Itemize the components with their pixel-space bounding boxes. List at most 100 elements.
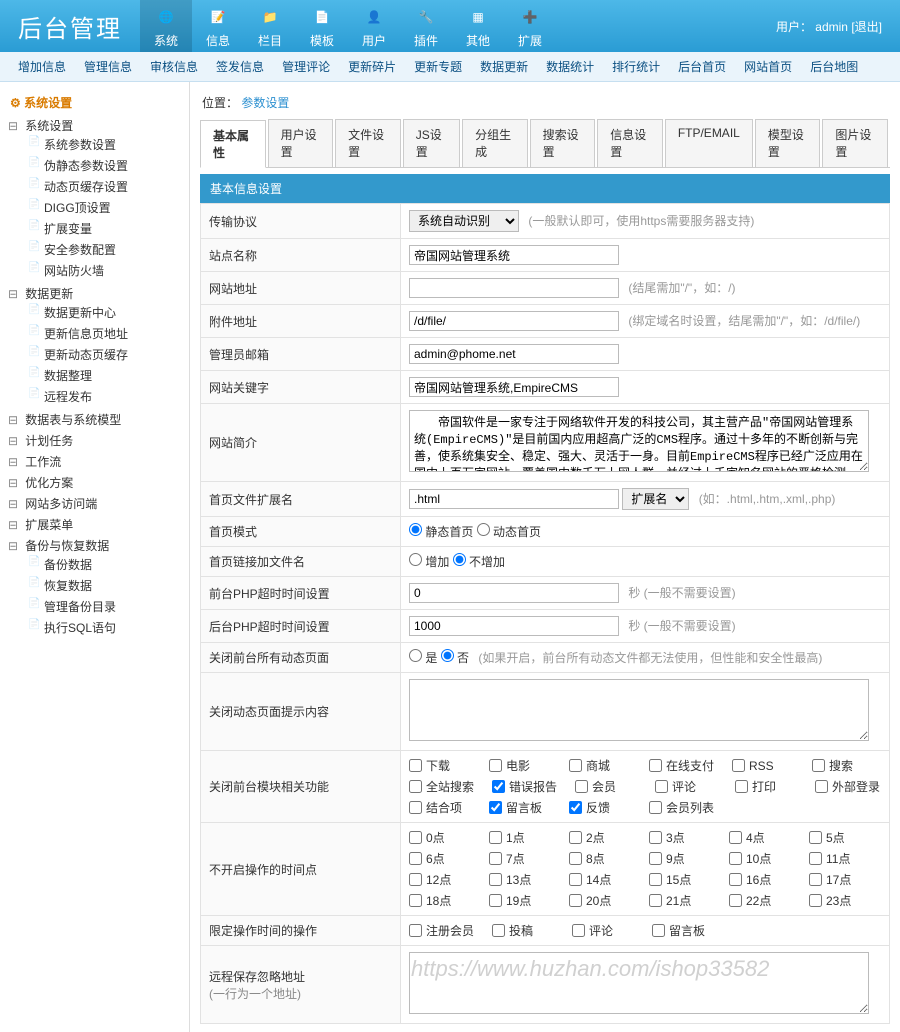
sitename-input[interactable]	[409, 245, 619, 265]
checkbox-option[interactable]: 6点	[409, 850, 471, 867]
subnav-item[interactable]: 更新碎片	[348, 58, 396, 75]
checkbox-option[interactable]: 17点	[809, 871, 871, 888]
checkbox-option[interactable]: 18点	[409, 892, 471, 909]
checkbox-option[interactable]: 在线支付	[649, 757, 714, 774]
tree-node[interactable]: 计划任务	[8, 432, 185, 449]
checkbox-option[interactable]: 电影	[489, 757, 551, 774]
top-nav-plugin[interactable]: 🔧插件	[400, 0, 452, 52]
checkbox-option[interactable]: 2点	[569, 829, 631, 846]
checkbox-option[interactable]: 反馈	[569, 799, 631, 816]
top-nav-grid[interactable]: ▦其他	[452, 0, 504, 52]
fileurl-input[interactable]	[409, 311, 619, 331]
indexmode-dynamic[interactable]: 动态首页	[477, 525, 541, 539]
logout-link[interactable]: [退出]	[851, 20, 882, 34]
tree-leaf[interactable]: 数据整理	[22, 365, 185, 386]
checkbox-option[interactable]: 全站搜索	[409, 778, 474, 795]
checkbox-option[interactable]: 评论	[655, 778, 717, 795]
tab-item[interactable]: 文件设置	[335, 119, 401, 167]
checkbox-option[interactable]: 9点	[649, 850, 711, 867]
subnav-item[interactable]: 审核信息	[150, 58, 198, 75]
tree-node[interactable]: 数据更新	[8, 285, 185, 302]
tree-node[interactable]: 优化方案	[8, 474, 185, 491]
indexlink-add[interactable]: 增加	[409, 555, 449, 569]
top-nav-globe[interactable]: 🌐系统	[140, 0, 192, 52]
checkbox-option[interactable]: 搜索	[812, 757, 874, 774]
checkbox-option[interactable]: 16点	[729, 871, 791, 888]
intro-textarea[interactable]: 帝国软件是一家专注于网络软件开发的科技公司，其主营产品"帝国网站管理系统(Emp…	[409, 410, 869, 472]
checkbox-option[interactable]: 商城	[569, 757, 631, 774]
checkbox-option[interactable]: 打印	[735, 778, 797, 795]
tree-node[interactable]: 工作流	[8, 453, 185, 470]
checkbox-option[interactable]: 22点	[729, 892, 791, 909]
subnav-item[interactable]: 增加信息	[18, 58, 66, 75]
checkbox-option[interactable]: RSS	[732, 757, 794, 774]
checkbox-option[interactable]: 10点	[729, 850, 791, 867]
tree-leaf[interactable]: 更新信息页地址	[22, 323, 185, 344]
tree-leaf[interactable]: DIGG顶设置	[22, 197, 185, 218]
tree-leaf[interactable]: 执行SQL语句	[22, 617, 185, 638]
subnav-item[interactable]: 后台首页	[678, 58, 726, 75]
indexext-select[interactable]: 扩展名	[622, 488, 689, 510]
indexlink-noadd[interactable]: 不增加	[453, 555, 505, 569]
tree-node[interactable]: 系统设置	[8, 117, 185, 134]
top-nav-folder[interactable]: 📁栏目	[244, 0, 296, 52]
tree-leaf[interactable]: 更新动态页缓存	[22, 344, 185, 365]
tree-leaf[interactable]: 安全参数配置	[22, 239, 185, 260]
siteurl-input[interactable]	[409, 278, 619, 298]
checkbox-option[interactable]: 19点	[489, 892, 551, 909]
top-nav-edit[interactable]: 📝信息	[192, 0, 244, 52]
checkbox-option[interactable]: 23点	[809, 892, 871, 909]
back-timeout-input[interactable]	[409, 616, 619, 636]
keywords-input[interactable]	[409, 377, 619, 397]
checkbox-option[interactable]: 4点	[729, 829, 791, 846]
tree-leaf[interactable]: 动态页缓存设置	[22, 176, 185, 197]
tree-leaf[interactable]: 远程发布	[22, 386, 185, 407]
checkbox-option[interactable]: 评论	[572, 922, 634, 939]
checkbox-option[interactable]: 7点	[489, 850, 551, 867]
checkbox-option[interactable]: 8点	[569, 850, 631, 867]
tree-node[interactable]: 备份与恢复数据	[8, 537, 185, 554]
subnav-item[interactable]: 排行统计	[612, 58, 660, 75]
tree-leaf[interactable]: 备份数据	[22, 554, 185, 575]
checkbox-option[interactable]: 1点	[489, 829, 551, 846]
checkbox-option[interactable]: 20点	[569, 892, 631, 909]
checkbox-option[interactable]: 3点	[649, 829, 711, 846]
tree-leaf[interactable]: 网站防火墙	[22, 260, 185, 281]
checkbox-option[interactable]: 14点	[569, 871, 631, 888]
tree-leaf[interactable]: 伪静态参数设置	[22, 155, 185, 176]
checkbox-option[interactable]: 注册会员	[409, 922, 474, 939]
top-nav-plus[interactable]: ➕扩展	[504, 0, 556, 52]
subnav-item[interactable]: 数据统计	[546, 58, 594, 75]
close-dyn-msg-textarea[interactable]	[409, 679, 869, 741]
tab-item[interactable]: 信息设置	[597, 119, 663, 167]
subnav-item[interactable]: 后台地图	[810, 58, 858, 75]
tab-item[interactable]: 图片设置	[822, 119, 888, 167]
subnav-item[interactable]: 签发信息	[216, 58, 264, 75]
checkbox-option[interactable]: 0点	[409, 829, 471, 846]
front-timeout-input[interactable]	[409, 583, 619, 603]
top-nav-layers[interactable]: 📄模板	[296, 0, 348, 52]
tab-item[interactable]: 分组生成	[462, 119, 528, 167]
checkbox-option[interactable]: 留言板	[652, 922, 714, 939]
tree-node[interactable]: 数据表与系统模型	[8, 411, 185, 428]
tab-item[interactable]: JS设置	[403, 119, 460, 167]
subnav-item[interactable]: 管理信息	[84, 58, 132, 75]
tab-item[interactable]: FTP/EMAIL	[665, 119, 753, 167]
subnav-item[interactable]: 网站首页	[744, 58, 792, 75]
checkbox-option[interactable]: 留言板	[489, 799, 551, 816]
checkbox-option[interactable]: 会员列表	[649, 799, 714, 816]
tree-leaf[interactable]: 扩展变量	[22, 218, 185, 239]
tree-node[interactable]: 网站多访问端	[8, 495, 185, 512]
indexext-input[interactable]	[409, 489, 619, 509]
close-dyn-no[interactable]: 否	[441, 651, 469, 665]
checkbox-option[interactable]: 21点	[649, 892, 711, 909]
checkbox-option[interactable]: 15点	[649, 871, 711, 888]
email-input[interactable]	[409, 344, 619, 364]
subnav-item[interactable]: 更新专题	[414, 58, 462, 75]
tree-leaf[interactable]: 数据更新中心	[22, 302, 185, 323]
checkbox-option[interactable]: 结合项	[409, 799, 471, 816]
tab-item[interactable]: 搜索设置	[530, 119, 596, 167]
remote-textarea[interactable]	[409, 952, 869, 1014]
tab-item[interactable]: 基本属性	[200, 120, 266, 168]
protocol-select[interactable]: 系统自动识别	[409, 210, 519, 232]
